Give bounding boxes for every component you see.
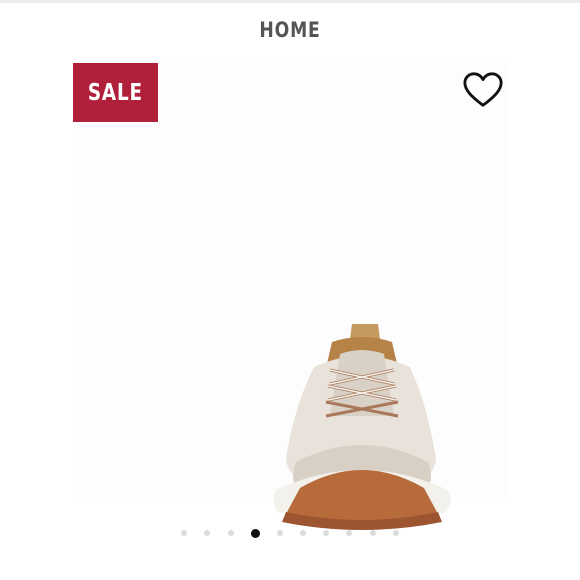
product-image[interactable]	[72, 62, 508, 530]
carousel-dot[interactable]	[276, 530, 283, 536]
carousel-dot[interactable]	[204, 530, 211, 536]
sale-badge: SALE	[73, 63, 158, 122]
top-divider	[0, 0, 580, 3]
carousel-dot[interactable]	[227, 530, 234, 536]
page-title: HOME	[259, 18, 321, 42]
heart-outline-icon	[463, 72, 503, 107]
carousel-dot[interactable]	[346, 530, 353, 536]
carousel-pagination	[0, 526, 580, 540]
sale-badge-label: SALE	[87, 79, 143, 106]
carousel-dot[interactable]	[323, 530, 330, 536]
carousel-dot[interactable]	[392, 530, 399, 536]
sneaker-image	[273, 324, 451, 530]
carousel-dot-active[interactable]	[250, 528, 260, 538]
wishlist-button[interactable]	[462, 70, 504, 110]
carousel-dot[interactable]	[300, 530, 307, 536]
carousel-dot[interactable]	[181, 530, 188, 536]
carousel-dot[interactable]	[369, 530, 376, 536]
